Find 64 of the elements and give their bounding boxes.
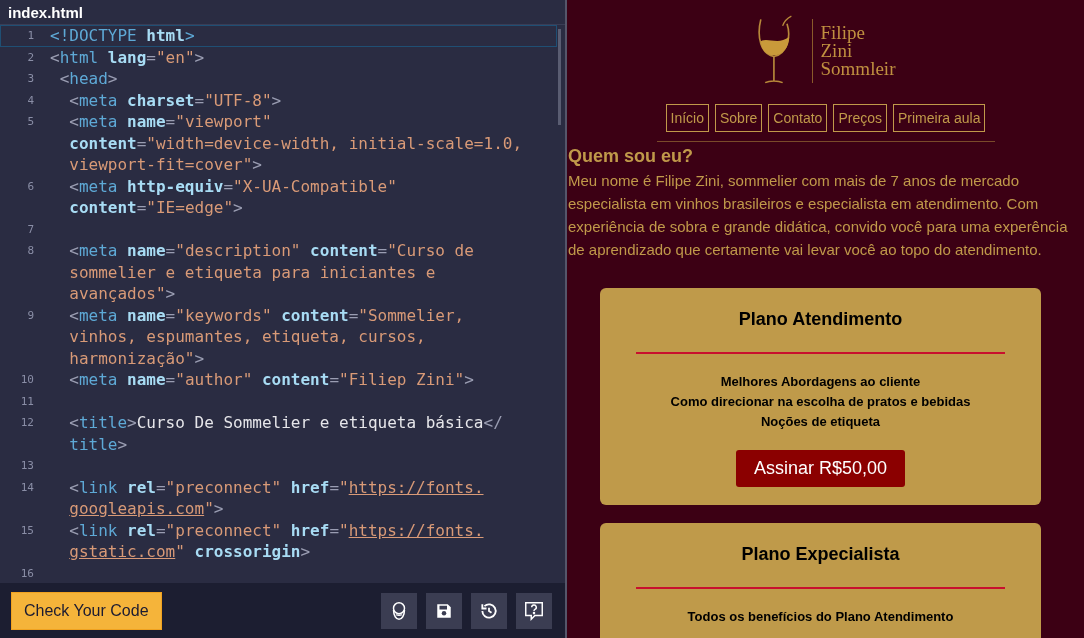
line-number: 4 [26, 92, 35, 109]
code-line: googleapis.com"> [68, 499, 224, 518]
nav-link[interactable]: Preços [833, 104, 887, 132]
code-line: content="IE=edge"> [68, 198, 243, 217]
line-number: 9 [26, 307, 35, 324]
check-code-button[interactable]: Check Your Code [11, 591, 162, 630]
logo-text: Sommleir [820, 60, 896, 78]
history-button[interactable] [471, 592, 507, 629]
code-line: <link rel="preconnect" href="https://fonts. [68, 477, 484, 497]
line-number: 12 [19, 415, 35, 431]
code-line: <head> [58, 69, 118, 88]
line-number: 8 [26, 243, 35, 259]
plan-feature: Melhores Abordagens ao cliente [720, 373, 921, 391]
nav-link[interactable]: Primeira aula [893, 104, 986, 132]
avatar-button[interactable] [381, 592, 417, 629]
save-icon [435, 601, 453, 620]
code-line: <html lang="en"> [50, 47, 205, 67]
line-number: 16 [19, 565, 35, 582]
code-line: avançados"> [68, 284, 176, 303]
code-line: <meta name="description" content="Curso de [68, 241, 474, 260]
line-number: 7 [26, 221, 35, 238]
line-number: 5 [26, 114, 35, 130]
plan-title: Plano Expecialista [741, 544, 900, 565]
code-line: <title>Curso De Sommelier e etiqueta básica</ [68, 413, 503, 432]
nav-link[interactable]: Sobre [715, 104, 763, 132]
code-line: <link rel="preconnect" href="https://fonts. [68, 520, 484, 540]
logo-text: Zini [820, 42, 853, 60]
line-number: 14 [19, 479, 35, 496]
code-line: sommelier e etiqueta para iniciantes e [68, 262, 436, 282]
code-line: content="width=device-width, initial-scale=1.0, [68, 133, 523, 153]
help-button[interactable] [516, 592, 552, 629]
line-number: 13 [19, 458, 35, 474]
history-icon [479, 600, 499, 621]
line-number: 2 [26, 49, 35, 66]
line-number: 1 [26, 28, 35, 44]
code-line: <meta charset="UTF-8"> [68, 90, 282, 110]
line-number: 10 [19, 372, 35, 388]
plan-feature: Todos os benefícios do Plano Atendimento [687, 608, 954, 626]
section-heading: Quem sou eu? [567, 146, 694, 167]
intro-paragraph: Meu nome é Filipe Zini, sommelier com mais de 7 anos de mercado especialista em vinhos brasileiros e especialista em atendimento. Com experiência de sobra e grande didática, convido você para uma experência de aprendizado que certamente vai levar você ao topo do atendimento. [567, 171, 1069, 260]
line-number: 6 [26, 178, 35, 195]
line-number: 3 [26, 71, 35, 87]
subscribe-button[interactable]: Assinar R$50,00 [735, 450, 906, 487]
plan-feature: Como direcionar na escolha de pratos e bebidas [670, 393, 971, 411]
help-icon [523, 599, 545, 622]
code-line: <meta name="author" content="Filiep Zini"> [68, 370, 474, 389]
save-button[interactable] [426, 592, 462, 629]
file-tab[interactable]: index.html [8, 3, 83, 21]
code-line: harmonização"> [68, 348, 205, 368]
code-line: <meta name="viewport" [68, 112, 272, 131]
code-line: <!DOCTYPE html> [50, 26, 195, 45]
plan-title: Plano Atendimento [738, 309, 903, 330]
code-line: title> [68, 434, 128, 454]
nav-link[interactable]: Início [665, 104, 709, 132]
code-line: gstatic.com" crossorigin> [68, 542, 311, 561]
code-line: viewport-fit=cover"> [68, 155, 262, 174]
nav-link[interactable]: Contato [768, 104, 828, 132]
line-number: 11 [19, 393, 35, 410]
code-line: vinhos, espumantes, etiqueta, cursos, [68, 327, 426, 346]
code-line: <meta http-equiv="X-UA-Compatible" [68, 176, 397, 196]
line-number: 15 [19, 522, 35, 539]
plan-feature: Noções de etiqueta [760, 413, 881, 431]
code-line: <meta name="keywords" content="Sommelier, [68, 305, 465, 325]
scrollbar[interactable] [558, 29, 561, 125]
